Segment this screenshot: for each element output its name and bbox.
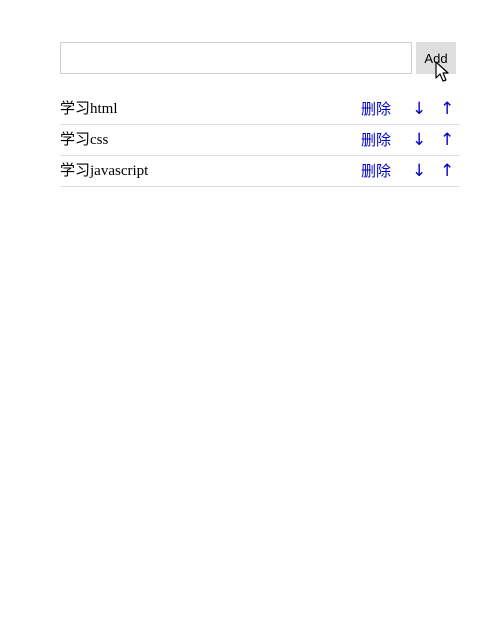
move-up-icon[interactable]: ↑ bbox=[440, 129, 454, 151]
todo-list: 学习html 删除 ↓ ↑ 学习css 删除 ↓ ↑ 学习javascript … bbox=[60, 94, 460, 187]
add-todo-row: Add bbox=[60, 42, 460, 82]
move-down-icon[interactable]: ↓ bbox=[412, 160, 426, 182]
delete-link[interactable]: 删除 bbox=[361, 161, 391, 181]
move-up-icon[interactable]: ↑ bbox=[440, 160, 454, 182]
new-todo-input[interactable] bbox=[60, 42, 412, 74]
todo-item: 学习javascript 删除 ↓ ↑ bbox=[60, 156, 460, 187]
todo-text: 学习html bbox=[60, 101, 118, 117]
add-button[interactable]: Add bbox=[416, 42, 456, 74]
move-up-icon[interactable]: ↑ bbox=[440, 98, 454, 120]
todo-item: 学习css 删除 ↓ ↑ bbox=[60, 125, 460, 156]
delete-link[interactable]: 删除 bbox=[361, 130, 391, 150]
move-down-icon[interactable]: ↓ bbox=[412, 98, 426, 120]
todo-text: 学习javascript bbox=[60, 163, 149, 179]
todo-app: Add 学习html 删除 ↓ ↑ 学习css 删除 ↓ ↑ 学习javascr… bbox=[60, 42, 460, 187]
todo-text: 学习css bbox=[60, 132, 109, 148]
move-down-icon[interactable]: ↓ bbox=[412, 129, 426, 151]
todo-item: 学习html 删除 ↓ ↑ bbox=[60, 94, 460, 125]
delete-link[interactable]: 删除 bbox=[361, 99, 391, 119]
